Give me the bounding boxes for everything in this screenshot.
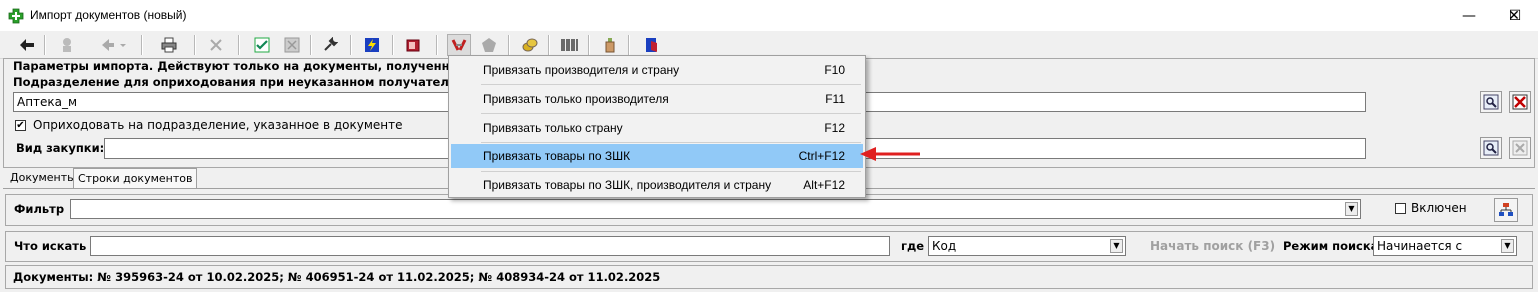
menu-item-label: Привязать только страну <box>483 121 623 135</box>
menu-item-shortcut: Ctrl+F12 <box>798 149 845 163</box>
link-tools-icon[interactable] <box>447 34 471 56</box>
menu-item-shortcut: Alt+F12 <box>803 178 845 192</box>
where-label: где <box>901 239 925 253</box>
search-mode-value: Начинается с <box>1377 239 1463 253</box>
printer-icon[interactable] <box>157 34 181 56</box>
menu-item-link-goods-zshk-manufacturer-country[interactable]: Привязать товары по ЗШК, производителя и… <box>451 173 863 197</box>
filter-label: Фильтр <box>14 202 65 216</box>
wrench-icon[interactable] <box>318 34 342 56</box>
menu-item-label: Привязать производителя и страну <box>483 63 680 77</box>
menu-item-link-country[interactable]: Привязать только страну F12 <box>451 116 863 140</box>
filter-enabled-checkbox[interactable] <box>1395 203 1406 214</box>
filter-combo[interactable]: ▼ <box>70 199 1361 219</box>
menu-item-link-goods-zshk[interactable]: Привязать товары по ЗШК Ctrl+F12 <box>451 144 863 168</box>
coins-icon[interactable] <box>518 34 542 56</box>
tab-document-lines[interactable]: Строки документов <box>73 168 198 188</box>
menu-item-label: Привязать товары по ЗШК, производителя и… <box>483 178 772 192</box>
chevron-down-icon[interactable]: ▼ <box>1501 239 1514 253</box>
filter-enabled-label: Включен <box>1411 201 1467 215</box>
menu-item-link-manufacturer-country[interactable]: Привязать производителя и страну F10 <box>451 58 863 82</box>
back-arrow-icon[interactable] <box>15 34 39 56</box>
delete-x-icon-disabled[interactable] <box>204 34 228 56</box>
app-cross-icon <box>8 8 24 24</box>
book-icon[interactable] <box>401 34 425 56</box>
where-select-value: Код <box>932 239 957 253</box>
title-bar <box>0 0 1538 31</box>
purchase-search-icon[interactable] <box>1480 137 1502 159</box>
clear-red-x-icon[interactable] <box>1509 91 1531 113</box>
search-input[interactable] <box>90 236 890 256</box>
pentagon-icon-disabled[interactable] <box>477 34 501 56</box>
search-mode-select[interactable]: Начинается с ▼ <box>1373 236 1517 256</box>
documents-status: Документы: № 395963-24 от 10.02.2025; № … <box>13 270 661 284</box>
barcode-icon[interactable] <box>558 34 582 56</box>
close-button[interactable]: ✕ <box>1490 0 1538 31</box>
dept-checkbox-label: Оприходовать на подразделение, указанное… <box>33 118 403 132</box>
link-context-menu: Привязать производителя и страну F10 При… <box>448 55 866 198</box>
checkmark-icon[interactable] <box>250 34 274 56</box>
exit-door-icon[interactable] <box>640 34 664 56</box>
menu-item-label: Привязать товары по ЗШК <box>483 149 631 163</box>
search-label: Что искать <box>14 239 87 253</box>
menu-item-link-manufacturer[interactable]: Привязать только производителя F11 <box>451 87 863 111</box>
params-header: Параметры импорта. Действуют только на д… <box>13 59 502 73</box>
hierarchy-icon[interactable] <box>1494 198 1518 222</box>
where-select[interactable]: Код ▼ <box>928 236 1126 256</box>
lightning-icon[interactable] <box>360 34 384 56</box>
bottle-icon[interactable] <box>598 34 622 56</box>
red-arrow-icon <box>860 147 920 161</box>
menu-item-shortcut: F12 <box>824 121 845 135</box>
user-icon-disabled[interactable] <box>55 34 79 56</box>
menu-item-label: Привязать только производителя <box>483 92 669 106</box>
purchase-label: Вид закупки: <box>16 141 105 155</box>
dept-label: Подразделение для оприходования при неук… <box>13 75 457 89</box>
menu-item-shortcut: F10 <box>824 63 845 77</box>
window-title: Импорт документов (новый) <box>30 8 187 22</box>
grid-icon-disabled[interactable] <box>280 34 304 56</box>
chevron-down-icon[interactable]: ▼ <box>1110 239 1123 253</box>
search-mode-label: Режим поиска <box>1283 239 1379 253</box>
purchase-clear-icon-disabled[interactable] <box>1509 137 1531 159</box>
start-search-button[interactable]: Начать поиск (F3) <box>1150 239 1275 253</box>
arrow-dropdown-icon-disabled[interactable] <box>98 34 128 56</box>
menu-item-shortcut: F11 <box>825 92 845 106</box>
tab-documents[interactable]: Документы <box>6 168 80 188</box>
minimize-button[interactable]: — <box>1446 0 1492 31</box>
chevron-down-icon[interactable]: ▼ <box>1345 202 1358 216</box>
dept-checkbox[interactable]: ✔ <box>15 120 26 131</box>
search-select-icon[interactable] <box>1480 91 1502 113</box>
